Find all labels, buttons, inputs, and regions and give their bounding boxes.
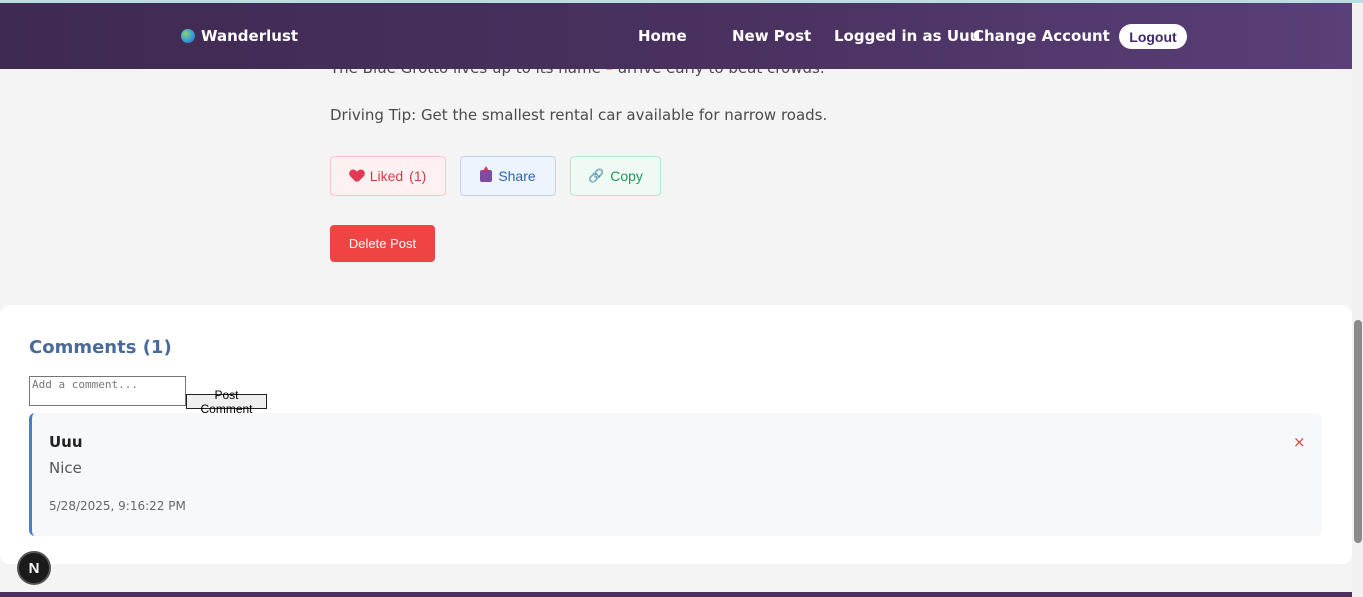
nav-change-account-link[interactable]: Change Account [973, 27, 1110, 45]
comment-item: Uuu Nice 5/28/2025, 9:16:22 PM × [29, 413, 1322, 536]
post-comment-button[interactable]: Post Comment [186, 388, 267, 416]
copy-link-button[interactable]: 🔗 Copy [570, 156, 661, 196]
delete-comment-icon[interactable]: × [1293, 433, 1306, 451]
comments-title: Comments (1) [29, 337, 172, 358]
like-label: Liked [369, 168, 404, 184]
share-icon [480, 166, 493, 182]
delete-post-button[interactable]: Delete Post [330, 225, 435, 262]
like-button[interactable]: Liked (1) [330, 156, 446, 196]
comment-timestamp: 5/28/2025, 9:16:22 PM [49, 499, 186, 513]
brand-name: Wanderlust [201, 27, 299, 45]
dev-tools-badge[interactable]: N [17, 551, 51, 585]
nav-home-link[interactable]: Home [638, 27, 687, 45]
logged-in-prefix: Logged in as [834, 27, 942, 45]
comment-text: Nice [49, 459, 82, 477]
comments-section: Comments (1) Post Comment Uuu Nice 5/28/… [0, 305, 1352, 564]
share-button[interactable]: Share [460, 156, 556, 196]
scrollbar-thumb[interactable] [1354, 320, 1362, 543]
driving-tip-text: Driving Tip: Get the smallest rental car… [330, 106, 828, 124]
comment-author: Uuu [49, 433, 83, 451]
nav-new-post-link[interactable]: New Post [732, 27, 811, 45]
like-count: (1) [409, 168, 427, 184]
brand-link[interactable]: Wanderlust [181, 27, 298, 45]
copy-label: Copy [610, 168, 643, 184]
heart-icon [350, 170, 364, 183]
link-icon: 🔗 [588, 168, 605, 183]
logout-button[interactable]: Logout [1119, 24, 1187, 49]
share-label: Share [498, 168, 536, 184]
footer-edge [0, 592, 1352, 597]
logged-in-status: Logged in as Uuu [834, 27, 980, 45]
comment-input[interactable] [29, 376, 186, 406]
navbar: Wanderlust Home New Post Logged in as Uu… [0, 3, 1352, 69]
globe-icon [181, 29, 195, 43]
